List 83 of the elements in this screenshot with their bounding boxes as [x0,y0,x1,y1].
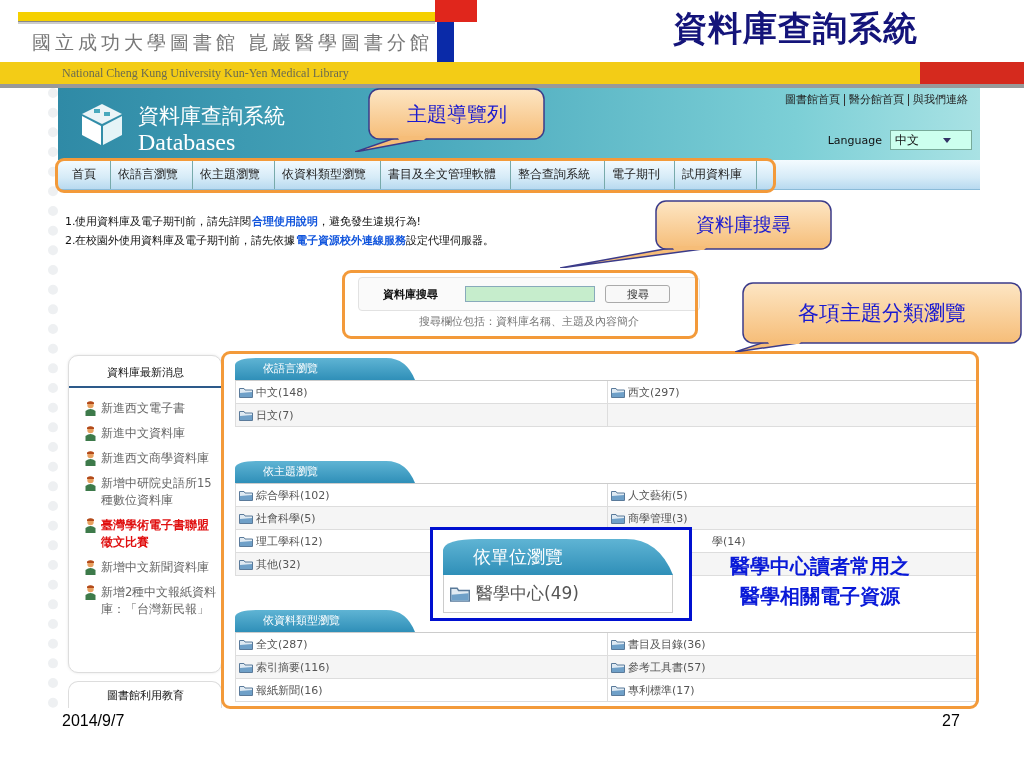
category-link[interactable]: 中文(148) [256,384,308,400]
news-link[interactable]: 新增中研院史語所15種數位資料庫 [101,475,217,509]
annotation-text: 醫學中心讀者常用之 醫學相關電子資源 [729,553,911,610]
folder-icon [239,512,253,524]
category-link[interactable]: 商學管理(3) [628,510,688,526]
cube-logo-icon [80,102,124,146]
news-link[interactable]: 新進西文商學資料庫 [101,450,209,467]
logo-bar [437,22,454,62]
category-link[interactable]: 綜合學科(102) [256,487,330,503]
top-link[interactable]: 醫分館首頁 [844,94,908,106]
person-icon [85,401,96,416]
nav-tab[interactable]: 電子期刊 [605,160,675,189]
folder-icon [239,489,253,501]
folder-icon [611,386,625,398]
person-icon [85,451,96,466]
category-link[interactable]: 索引摘要(116) [256,659,330,675]
language-label: Language [827,133,882,147]
top-link[interactable]: 與我們連絡 [908,94,972,106]
folder-icon [450,585,470,602]
notice-text: 2.在校園外使用資料庫及電子期刊前，請先依據電子資源校外連線服務設定代理伺服器。 [65,233,494,249]
folder-icon [239,558,253,570]
folder-icon [239,661,253,673]
category-link[interactable]: 人文藝術(5) [628,487,688,503]
folder-icon [239,386,253,398]
category-link[interactable]: 西文(297) [628,384,680,400]
news-link[interactable]: 新增中文新聞資料庫 [101,559,209,576]
category-link[interactable]: 其他(32) [256,556,301,572]
category-link[interactable]: 社會科學(5) [256,510,316,526]
callout: 各項主題分類瀏覽 [735,282,1023,352]
callout: 主題導覽列 [355,88,545,152]
nav-tab[interactable]: 首頁 [65,160,111,189]
news-link[interactable]: 新進中文資料庫 [101,425,185,442]
news-link[interactable]: 新進西文電子書 [101,400,185,417]
folder-icon [239,684,253,696]
category-link[interactable]: 專利標準(17) [628,682,695,698]
nav-tab[interactable]: 書目及全文管理軟體 [381,160,511,189]
person-icon [85,560,96,575]
nav-tab[interactable]: 依語言瀏覽 [111,160,193,189]
category-link[interactable]: 理工學科(12) [256,533,323,549]
panel-title: 資料庫最新消息 [69,356,221,388]
nav-tab[interactable]: 試用資料庫 [675,160,757,189]
slide-date: 2014/9/7 [62,712,125,730]
category-link[interactable]: 學(14) [712,533,746,549]
link[interactable]: 合理使用說明 [251,215,318,228]
folder-icon [611,661,625,673]
nav-tab[interactable]: 依資料類型瀏覽 [275,160,381,189]
category-link[interactable]: 書目及目錄(36) [628,636,706,652]
folder-icon [239,638,253,650]
panel-title: 圖書館利用教育 [68,681,222,708]
person-icon [85,476,96,491]
person-icon [85,585,96,600]
search-field[interactable] [465,286,595,302]
language-select[interactable]: 中文 [890,130,972,150]
top-link[interactable]: 圖書館首頁 [781,94,844,106]
notice-text: 1.使用資料庫及電子期刊前，請先詳閱合理使用說明，避免發生違規行為! [65,214,421,230]
site-title: 資料庫查詢系統 [138,103,285,130]
search-label: 資料庫搜尋 [383,286,439,302]
folder-icon [611,684,625,696]
page-number: 27 [942,712,960,730]
category-link[interactable]: 全文(287) [256,636,308,652]
search-hint: 搜尋欄位包括：資料庫名稱、主題及內容簡介 [418,314,640,329]
category-link[interactable]: 參考工具書(57) [628,659,706,675]
banner-text: National Cheng Kung University Kun-Yen Medical Library [0,62,920,84]
folder-icon [611,489,625,501]
logo-block [435,0,477,22]
folder-icon [239,535,253,547]
person-icon [85,518,96,533]
dropdown-arrow-icon [943,137,951,143]
nav-tab[interactable]: 整合查詢系統 [511,160,605,189]
nav-tab[interactable]: 依主題瀏覽 [193,160,275,189]
slide-title: 資料庫查詢系統 [673,7,918,50]
search-button[interactable]: 搜尋 [605,285,670,303]
folder-icon [611,638,625,650]
category-link[interactable]: 日文(7) [256,407,294,423]
folder-icon [611,512,625,524]
news-link[interactable]: 臺灣學術電子書聯盟徵文比賽 [101,517,217,551]
callout: 資料庫搜尋 [560,200,832,268]
category-link[interactable]: 報紙新聞(16) [256,682,323,698]
news-link[interactable]: 新增2種中文報紙資料庫：「台灣新民報」 [101,584,217,618]
link[interactable]: 電子資源校外連線服務 [295,234,406,247]
folder-icon [239,409,253,421]
person-icon [85,426,96,441]
site-subtitle: Databases [138,130,237,154]
